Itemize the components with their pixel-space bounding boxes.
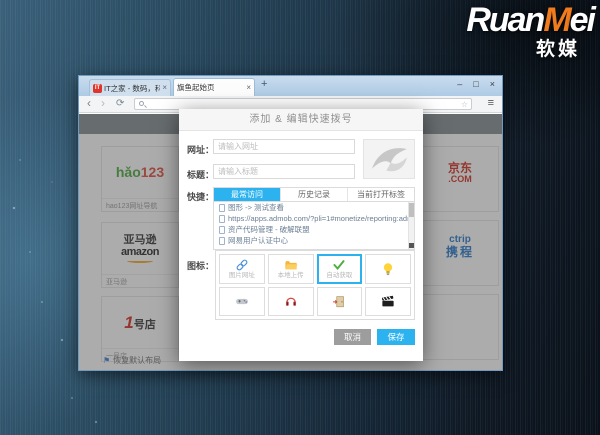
icon-tile-lightbulb[interactable]	[365, 254, 411, 284]
close-button[interactable]: ×	[490, 78, 495, 91]
list-item[interactable]: https://apps.admob.com/?pli=1#monetize/r…	[214, 213, 414, 224]
gamepad-icon	[233, 294, 251, 308]
scrollbar-thumb[interactable]	[409, 203, 414, 217]
icon-picker: 图片网址 本地上传 自动获取	[215, 250, 415, 320]
brand-text-part: ei	[570, 1, 594, 39]
page-icon	[219, 237, 225, 245]
menu-icon[interactable]: ≡	[488, 97, 494, 109]
tab-open-tabs[interactable]: 当前打开标签	[347, 188, 414, 201]
bookmark-star-icon[interactable]: ☆	[461, 99, 468, 111]
tab-itzhijia[interactable]: IT IT之家 - 数码，科技，生活 ×	[89, 79, 171, 96]
folder-icon	[283, 258, 299, 272]
tab-title: 旗鱼起始页	[177, 82, 244, 93]
lightbulb-icon	[380, 261, 396, 277]
forward-button[interactable]: ›	[101, 96, 105, 111]
clapperboard-icon	[379, 294, 397, 309]
icon-tile-door[interactable]	[317, 287, 363, 317]
minimize-button[interactable]: –	[457, 78, 462, 91]
brand-text-accent: M	[543, 1, 569, 39]
tab-close-icon[interactable]: ×	[246, 84, 251, 92]
window-controls: – □ ×	[457, 78, 495, 91]
icon-tile-headphones[interactable]	[268, 287, 314, 317]
tab-start-page[interactable]: 旗鱼起始页 ×	[173, 78, 255, 96]
search-icon	[139, 101, 144, 106]
address-input[interactable]	[147, 99, 459, 109]
shortcut-label: 快捷：	[187, 190, 215, 203]
refresh-button[interactable]: ⟳	[116, 96, 124, 111]
scrollbar[interactable]	[408, 202, 414, 249]
ruanmei-logo: RuanMei 软媒	[466, 2, 594, 61]
list-item[interactable]: 图形 -> 测试查看	[214, 202, 414, 213]
scrollbar-down-button[interactable]	[409, 243, 414, 248]
list-item[interactable]: 网易用户认证中心	[214, 235, 414, 246]
tab-history[interactable]: 历史记录	[280, 188, 347, 201]
title-label: 标题：	[187, 168, 215, 181]
tab-close-icon[interactable]: ×	[162, 84, 167, 92]
url-input[interactable]	[213, 139, 355, 154]
url-label: 网址：	[187, 143, 215, 156]
save-button[interactable]: 保存	[377, 329, 415, 345]
icon-label: 图标：	[187, 259, 215, 272]
history-list: 图形 -> 测试查看 https://apps.admob.com/?pli=1…	[213, 202, 415, 250]
icon-preview	[363, 139, 415, 179]
page-icon	[219, 215, 225, 223]
quick-dial-dialog: 添加 & 编辑快速拨号 网址： 标题： 快捷： 最常访问 历史记录 当前打开标签…	[179, 109, 423, 361]
brand-text-part: Ruan	[466, 1, 543, 39]
icon-tile-local-upload[interactable]: 本地上传	[268, 254, 314, 284]
list-item[interactable]: 资产代码管理 - 破解联盟	[214, 224, 414, 235]
door-icon	[331, 294, 347, 309]
itzhijia-favicon: IT	[93, 84, 102, 93]
headphones-icon	[283, 294, 299, 308]
maximize-button[interactable]: □	[473, 78, 478, 91]
cancel-button[interactable]: 取消	[334, 329, 371, 345]
link-icon	[234, 258, 250, 272]
title-input[interactable]	[213, 164, 355, 179]
icon-tile-clapperboard[interactable]	[365, 287, 411, 317]
tab-bar: IT IT之家 - 数码，科技，生活 × 旗鱼起始页 × + – □ ×	[79, 76, 502, 96]
page-icon	[219, 204, 225, 212]
tab-title: IT之家 - 数码，科技，生活	[104, 83, 160, 94]
icon-tile-gamepad[interactable]	[219, 287, 265, 317]
shortcut-tabs: 最常访问 历史记录 当前打开标签	[213, 187, 415, 202]
icon-tile-auto-fetch[interactable]: 自动获取	[317, 254, 363, 284]
check-icon	[331, 258, 347, 272]
tab-most-visited[interactable]: 最常访问	[214, 188, 280, 201]
new-tab-button[interactable]: +	[261, 79, 267, 90]
desktop: RuanMei 软媒 IT IT之家 - 数码，科技，生活 × 旗鱼起始页 × …	[0, 0, 600, 435]
icon-tile-image-url[interactable]: 图片网址	[219, 254, 265, 284]
back-button[interactable]: ‹	[87, 96, 91, 111]
sailfish-logo-icon	[366, 142, 412, 176]
browser-window: IT IT之家 - 数码，科技，生活 × 旗鱼起始页 × + – □ × ‹ ›…	[78, 75, 503, 371]
dialog-title: 添加 & 编辑快速拨号	[179, 109, 423, 131]
page-icon	[219, 226, 225, 234]
